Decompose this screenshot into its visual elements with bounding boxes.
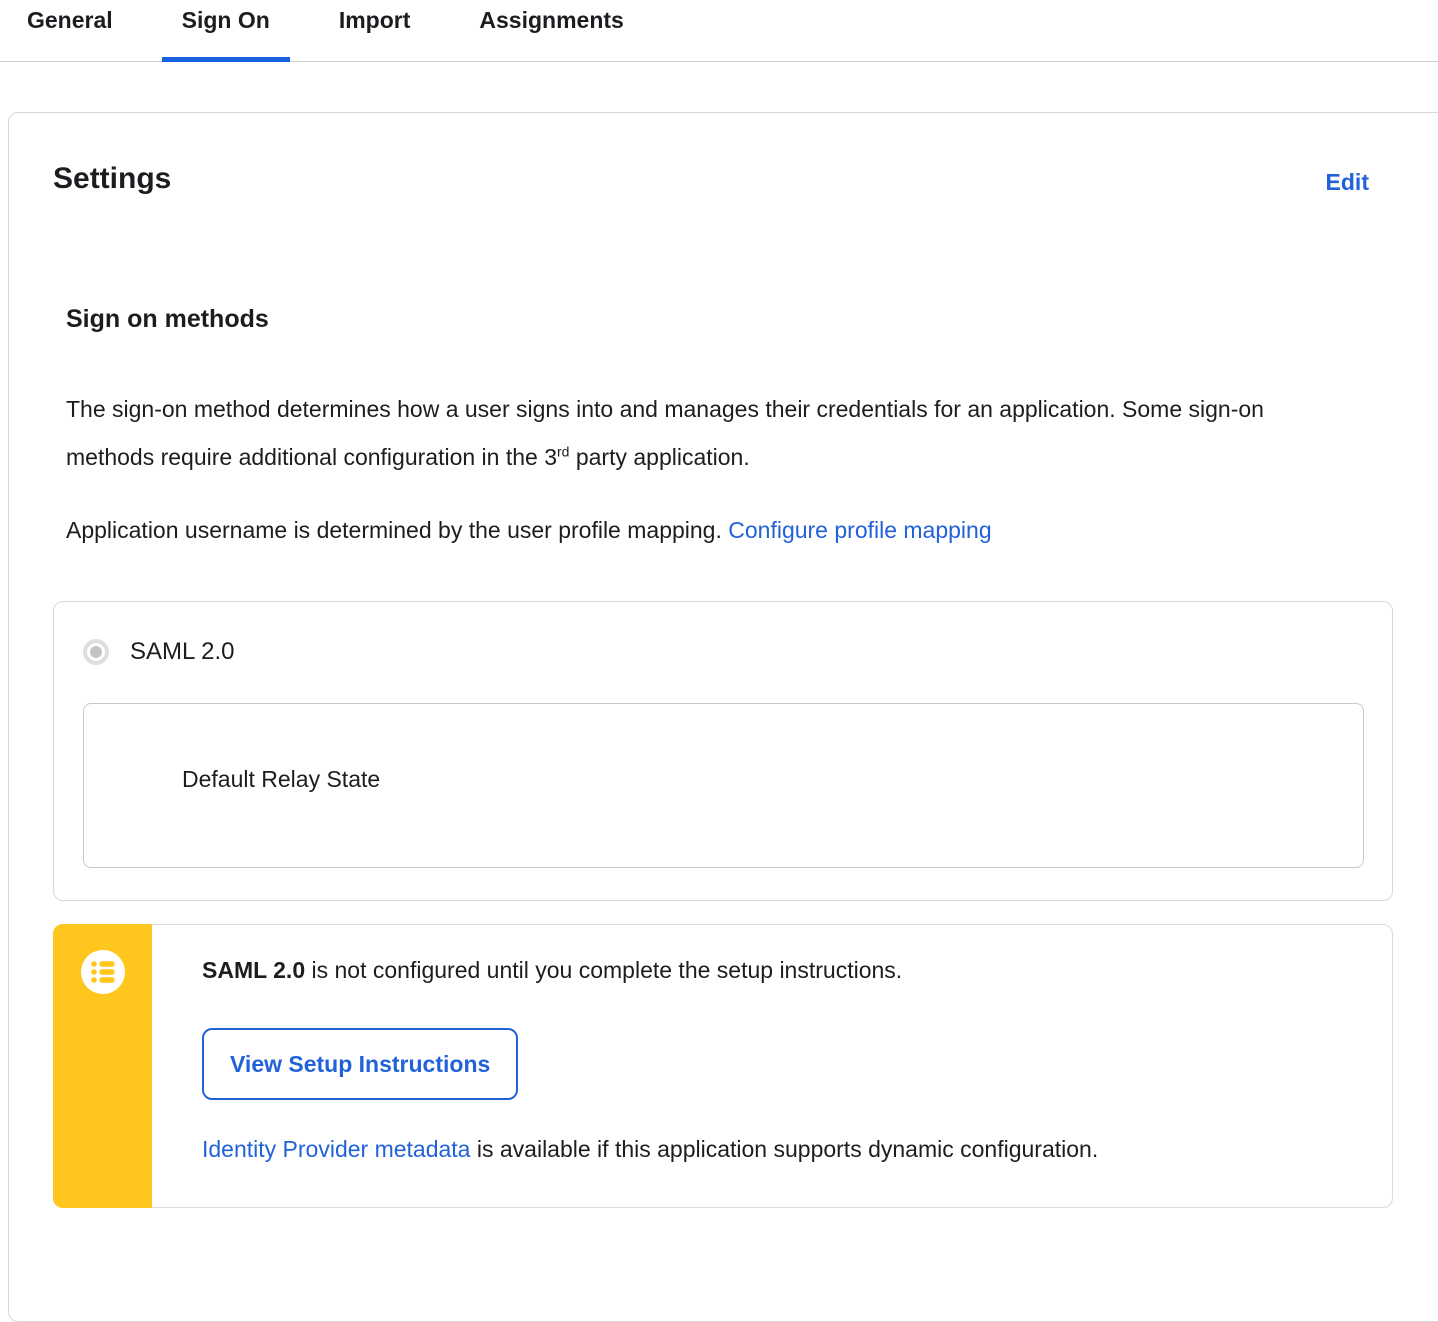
identity-provider-metadata-link[interactable]: Identity Provider metadata <box>202 1136 470 1162</box>
tab-assignments[interactable]: Assignments <box>459 0 643 61</box>
tab-general[interactable]: General <box>7 0 133 61</box>
setup-warning-banner: SAML 2.0 is not configured until you com… <box>53 924 1393 1208</box>
warning-body: SAML 2.0 is not configured until you com… <box>54 955 1392 1164</box>
warning-message: SAML 2.0 is not configured until you com… <box>202 955 1352 985</box>
saml-radio-row: SAML 2.0 <box>83 638 1364 666</box>
settings-card: Settings Edit Sign on methods The sign-o… <box>8 112 1438 1322</box>
description-superscript: rd <box>557 443 570 460</box>
saml-radio-label: SAML 2.0 <box>130 638 235 665</box>
application-username-note: Application username is determined by th… <box>66 506 1296 554</box>
saml-method-box: SAML 2.0 Default Relay State <box>53 601 1393 901</box>
warning-yellow-strip <box>53 924 152 1208</box>
edit-link[interactable]: Edit <box>1326 169 1369 196</box>
settings-title: Settings <box>53 162 172 195</box>
default-relay-state-label: Default Relay State <box>182 766 381 792</box>
tab-import[interactable]: Import <box>319 0 431 61</box>
settings-card-header: Settings Edit <box>53 161 1391 197</box>
sign-on-methods-description: The sign-on method determines how a user… <box>66 385 1296 481</box>
saml-radio-button[interactable] <box>83 639 109 665</box>
description-text-2: party application. <box>569 444 750 470</box>
app-tab-bar: General Sign On Import Assignments <box>0 0 1438 62</box>
username-note-text: Application username is determined by th… <box>66 517 729 543</box>
configure-profile-mapping-link[interactable]: Configure profile mapping <box>728 517 991 543</box>
warning-message-strong: SAML 2.0 <box>202 957 306 983</box>
default-relay-state-field: Default Relay State <box>83 703 1364 868</box>
metadata-note: Identity Provider metadata is available … <box>202 1134 1352 1164</box>
setup-instructions-list-icon <box>80 950 125 994</box>
radio-dot <box>90 646 102 658</box>
sign-on-methods-heading: Sign on methods <box>66 305 269 333</box>
view-setup-instructions-button[interactable]: View Setup Instructions <box>202 1028 519 1100</box>
warning-message-text: is not configured until you complete the… <box>305 957 903 983</box>
metadata-note-text: is available if this application support… <box>470 1136 1099 1162</box>
tab-sign-on[interactable]: Sign On <box>161 0 291 62</box>
